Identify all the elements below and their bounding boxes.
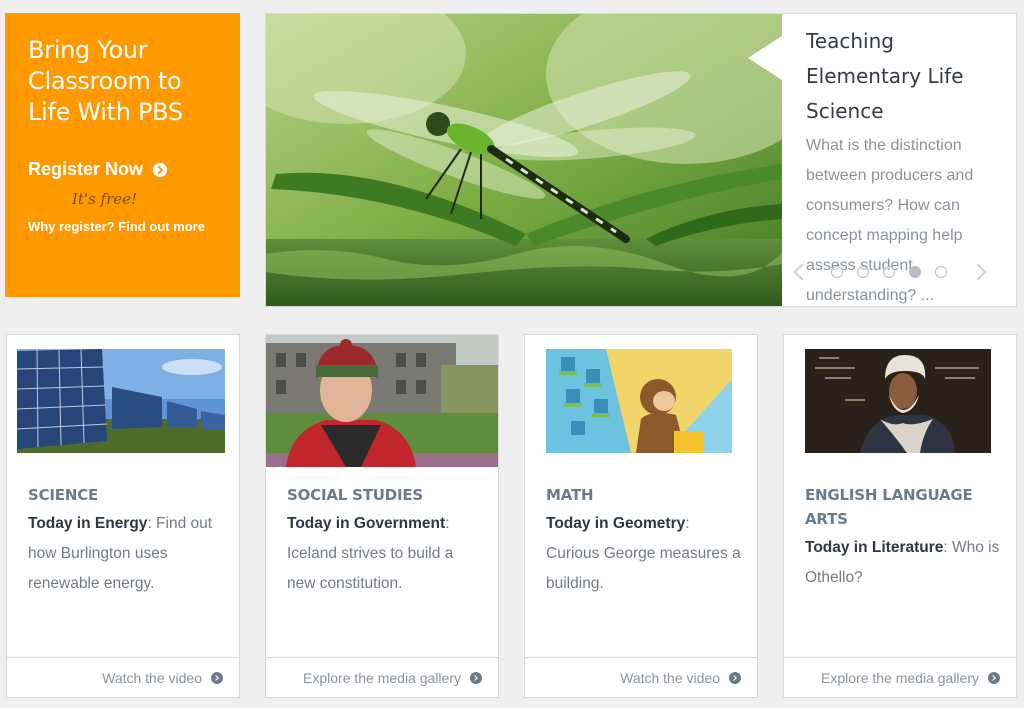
card-image[interactable] [266,335,498,467]
card-lead[interactable]: Today in Literature [805,539,943,556]
hero-image[interactable] [266,14,782,306]
chevron-right-icon[interactable] [969,263,987,281]
card-footer-link[interactable]: Watch the video [525,657,757,697]
card-lead[interactable]: Today in Energy [28,515,147,532]
chevron-circle-right-icon [988,671,1000,684]
chevron-circle-right-icon [211,671,223,684]
math-card[interactable]: MATH Today in Geometry: Curious George m… [524,334,758,698]
carousel-dot[interactable] [831,266,843,278]
card-description: Today in Energy: Find out how Burlington… [28,509,225,599]
register-now-link[interactable]: Register Now [28,159,217,180]
card-image[interactable] [805,349,991,453]
hero-carousel: Teaching Elementary Life Science What is… [265,13,1017,307]
carousel-dot[interactable] [857,266,869,278]
card-lead[interactable]: Today in Government [287,515,445,532]
card-body: SCIENCE Today in Energy: Find out how Bu… [28,483,225,599]
card-footer-link[interactable]: Explore the media gallery [784,657,1016,697]
footer-label: Watch the video [102,669,202,686]
card-category[interactable]: ENGLISH LANGUAGE ARTS [805,483,1002,531]
dragonfly-photo [266,14,782,306]
card-category[interactable]: MATH [546,483,743,507]
card-footer-link[interactable]: Watch the video [7,657,239,697]
carousel-dot-active[interactable] [909,266,921,278]
othello-portrait-photo [805,349,991,453]
card-body: SOCIAL STUDIES Today in Government: Icel… [287,483,484,599]
hero-description: What is the distinction between producer… [806,137,974,304]
free-note: It's free! [72,190,138,208]
card-category[interactable]: SCIENCE [28,483,225,507]
promo-title: Bring Your Classroom to Life With PBS [28,36,183,126]
card-category[interactable]: SOCIAL STUDIES [287,483,484,507]
card-lead[interactable]: Today in Geometry [546,515,685,532]
card-description: Today in Government: Iceland strives to … [287,509,484,599]
footer-label: Explore the media gallery [821,669,979,686]
card-body: ENGLISH LANGUAGE ARTS Today in Literatur… [805,483,1002,593]
register-now-label: Register Now [28,159,144,179]
card-body: MATH Today in Geometry: Curious George m… [546,483,743,599]
chevron-circle-right-icon [729,671,741,684]
card-footer-link[interactable]: Explore the media gallery [266,657,498,697]
man-in-red-hat-photo [266,335,498,467]
solar-panels-photo [17,349,225,453]
carousel-dot[interactable] [935,266,947,278]
card-description: Today in Geometry: Curious George measur… [546,509,743,599]
card-image[interactable] [17,349,225,453]
footer-label: Watch the video [620,669,720,686]
social-studies-card[interactable]: SOCIAL STUDIES Today in Government: Icel… [265,334,499,698]
card-description: Today in Literature: Who is Othello? [805,533,1002,593]
chevron-circle-right-icon [153,162,168,177]
register-promo: Bring Your Classroom to Life With PBS Re… [5,13,240,297]
carousel-controls [792,263,987,281]
card-image[interactable] [546,349,732,453]
hero-caption[interactable]: Teaching Elementary Life Science What is… [748,14,1016,306]
why-register-link[interactable]: Why register? Find out more [28,219,217,234]
curious-george-building-photo [546,349,732,453]
footer-label: Explore the media gallery [303,669,461,686]
science-card[interactable]: SCIENCE Today in Energy: Find out how Bu… [6,334,240,698]
carousel-dot[interactable] [883,266,895,278]
caption-pointer [748,36,782,80]
hero-title[interactable]: Teaching Elementary Life Science [806,24,992,129]
chevron-circle-right-icon [470,671,482,684]
chevron-left-icon[interactable] [793,263,811,281]
english-language-arts-card[interactable]: ENGLISH LANGUAGE ARTS Today in Literatur… [783,334,1017,698]
